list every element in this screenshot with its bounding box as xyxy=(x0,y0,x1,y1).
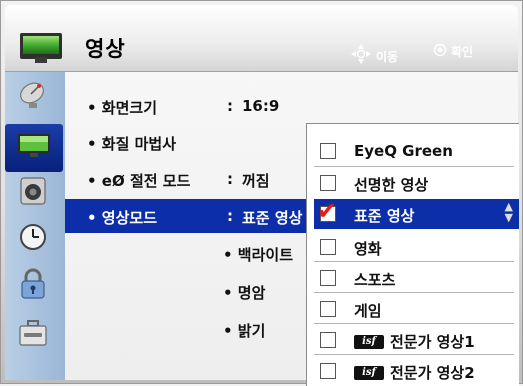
tv-screen-icon xyxy=(17,133,51,163)
sidebar-item-option[interactable] xyxy=(13,318,53,352)
option-label: 게임 xyxy=(354,302,382,320)
checkmark-icon: ✔ xyxy=(317,197,338,225)
checkbox[interactable] xyxy=(320,270,336,286)
clock-icon xyxy=(18,222,48,256)
category-sidebar xyxy=(5,72,65,380)
picture-mode-dropdown: EyeQ Green 선명한 영상 ✔ 표준 영상 ▲▼ 영화 스포츠 게임 xyxy=(306,123,519,386)
confirm-hint-label: 확인 xyxy=(451,45,474,59)
isf-logo-icon: isf xyxy=(354,365,384,380)
option-expert-2[interactable]: isf 전문가 영상2 xyxy=(314,357,519,384)
checkbox[interactable] xyxy=(320,143,336,159)
option-vivid[interactable]: 선명한 영상 xyxy=(314,169,519,196)
move-hint-label: 이동 xyxy=(376,49,399,64)
navigation-arrows-icon xyxy=(350,43,372,69)
menu-item-label: • 화면크기 xyxy=(87,99,158,117)
checkbox[interactable] xyxy=(320,301,336,317)
option-standard[interactable]: ✔ 표준 영상 ▲ ▼ xyxy=(314,197,519,229)
checkbox[interactable] xyxy=(320,363,336,379)
header-bar: 영상 이동 확인 xyxy=(5,5,518,72)
menu-item-value: 16:9 xyxy=(242,97,280,115)
move-hint: 이동 xyxy=(350,43,398,69)
menu-item-picture-mode[interactable]: • 영상모드 : 표준 영상 xyxy=(65,199,309,233)
menu-item-value: 꺼짐 xyxy=(242,172,270,190)
option-label: 영화 xyxy=(354,240,382,258)
page-title: 영상 xyxy=(85,37,126,61)
option-label: 스포츠 xyxy=(354,271,396,289)
confirm-hint: 확인 xyxy=(433,43,473,60)
menu-item-label: • eØ 절전 모드 xyxy=(87,172,191,190)
isf-logo-icon: isf xyxy=(354,334,384,349)
tv-screen-icon xyxy=(20,33,62,63)
submenu-item-backlight[interactable]: • 백라이트 xyxy=(223,244,293,265)
option-cinema[interactable]: 영화 xyxy=(314,233,519,260)
toolbox-icon xyxy=(18,318,48,352)
sidebar-item-channel[interactable] xyxy=(13,80,53,114)
checkbox[interactable] xyxy=(320,239,336,255)
menu-item-label: • 영상모드 xyxy=(87,209,158,227)
sidebar-item-picture[interactable] xyxy=(5,124,63,172)
option-game[interactable]: 게임 xyxy=(314,295,519,322)
picture-settings-panel: 영상 이동 확인 • 화면크기: 16:9 • 화질 마법사 • eØ 절전 … xyxy=(0,0,523,386)
option-label: 표준 영상 xyxy=(354,207,415,225)
menu-item-label: • 화질 마법사 xyxy=(87,135,177,153)
satellite-dish-icon xyxy=(17,80,49,114)
menu-item-energy-saving[interactable]: • eØ 절전 모드 : 꺼짐 xyxy=(65,162,310,196)
menu-item-value: 표준 영상 xyxy=(242,209,303,227)
ok-button-icon xyxy=(433,43,447,60)
menu-item-aspect-ratio[interactable]: • 화면크기 : 16:9 xyxy=(65,89,310,123)
submenu-item-brightness[interactable]: • 밝기 xyxy=(223,320,265,341)
menu-item-picture-wizard[interactable]: • 화질 마법사 xyxy=(65,125,310,159)
sidebar-item-lock[interactable] xyxy=(13,268,53,304)
checkbox[interactable] xyxy=(320,175,336,191)
divider xyxy=(314,261,514,262)
submenu-item-contrast[interactable]: • 명암 xyxy=(223,282,265,303)
sidebar-item-audio[interactable] xyxy=(13,176,53,210)
lock-icon xyxy=(20,268,46,304)
divider xyxy=(314,323,514,324)
speaker-icon xyxy=(19,176,47,210)
divider xyxy=(314,166,514,167)
sidebar-item-time[interactable] xyxy=(13,222,53,256)
option-label: 전문가 영상1 xyxy=(390,333,475,351)
option-label: EyeQ Green xyxy=(354,142,453,160)
option-label: 전문가 영상2 xyxy=(390,364,475,382)
menu-item-colon: : xyxy=(227,97,233,115)
divider xyxy=(314,292,514,293)
option-eyeq-green[interactable]: EyeQ Green xyxy=(314,137,519,164)
menu-item-colon: : xyxy=(227,207,233,225)
up-down-arrows-icon: ▲ ▼ xyxy=(504,200,513,224)
option-label: 선명한 영상 xyxy=(354,176,429,194)
divider xyxy=(314,354,514,355)
option-expert-1[interactable]: isf 전문가 영상1 xyxy=(314,326,519,353)
checkbox[interactable] xyxy=(320,332,336,348)
menu-item-colon: : xyxy=(227,170,233,188)
option-sports[interactable]: 스포츠 xyxy=(314,264,519,291)
